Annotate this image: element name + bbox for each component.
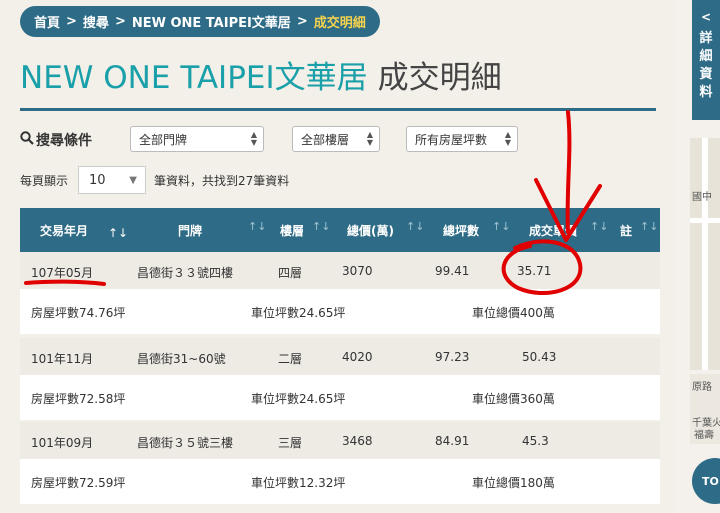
header-total-price[interactable]: 總價(萬) xyxy=(347,222,394,239)
details-tab-char: 資 xyxy=(699,67,713,82)
cell-house-area: 房屋坪數72.58坪 xyxy=(31,392,126,406)
per-page-label: 每頁顯示 xyxy=(20,174,69,188)
cell-parking-price: 車位總價400萬 xyxy=(472,306,555,320)
cell-total-price: 3070 xyxy=(342,264,373,278)
title-divider xyxy=(20,108,656,111)
breadcrumb-separator: > xyxy=(296,14,308,29)
per-page-value: 10 xyxy=(89,172,106,188)
table-row-detail: 房屋坪數72.59坪 車位坪數12.32坪 車位總價180萬 xyxy=(20,459,660,504)
map-label: 國中 xyxy=(692,192,712,203)
page-title-building: NEW ONE TAIPEI文華居 xyxy=(20,60,368,96)
cell-floor: 四層 xyxy=(278,266,303,280)
map-preview[interactable]: 國中 xyxy=(690,138,720,370)
search-conditions-label: 搜尋條件 xyxy=(20,130,92,150)
cell-date: 101年09月 xyxy=(31,436,94,450)
cell-unit-price: 50.43 xyxy=(522,350,557,364)
cell-date: 107年05月 xyxy=(31,266,94,280)
cell-parking-price: 車位總價180萬 xyxy=(472,476,555,490)
area-select-value: 所有房屋坪數 xyxy=(415,132,488,147)
cell-unit-price: 35.71 xyxy=(517,264,552,278)
cell-total-price: 3468 xyxy=(342,434,373,448)
page-title: NEW ONE TAIPEI文華居 成交明細 xyxy=(20,52,502,97)
table-row-detail: 房屋坪數72.58坪 車位坪數24.65坪 車位總價360萬 xyxy=(20,375,660,420)
header-unit-price[interactable]: 成交單價 xyxy=(529,222,577,239)
details-tab-char: 詳 xyxy=(699,31,713,46)
cell-total-price: 4020 xyxy=(342,350,373,364)
cell-parking-area: 車位坪數24.65坪 xyxy=(251,392,346,406)
cell-date: 101年11月 xyxy=(31,352,94,366)
table-row-detail: 房屋坪數74.76坪 車位坪數24.65坪 車位總價400萬 xyxy=(20,289,660,334)
cell-floor: 三層 xyxy=(278,436,303,450)
cell-parking-area: 車位坪數12.32坪 xyxy=(251,476,346,490)
sort-icon[interactable]: ↑↓ xyxy=(406,220,424,233)
page-title-section: 成交明細 xyxy=(377,60,502,96)
breadcrumb: 首頁 > 搜尋 > NEW ONE TAIPEI文華居 > 成交明細 xyxy=(20,6,380,37)
search-icon xyxy=(20,131,36,149)
floor-select[interactable]: 全部樓層 ▲ ▼ xyxy=(292,126,380,152)
breadcrumb-home[interactable]: 首頁 xyxy=(34,12,60,31)
header-note[interactable]: 註 xyxy=(620,222,632,239)
breadcrumb-search[interactable]: 搜尋 xyxy=(83,12,109,31)
sort-icon[interactable]: ↑↓ xyxy=(248,220,266,233)
table-row[interactable]: 101年11月 昌德街31~60號 二層 4020 97.23 50.43 xyxy=(20,338,660,375)
sort-icon[interactable]: ↑↓ xyxy=(590,220,608,233)
cell-parking-price: 車位總價360萬 xyxy=(472,392,555,406)
sort-active-icon[interactable]: ↑↓ xyxy=(108,226,128,240)
sort-icon[interactable]: ↑↓ xyxy=(312,220,330,233)
details-tab-char: 細 xyxy=(699,49,713,64)
door-number-select-value: 全部門牌 xyxy=(139,132,188,147)
breadcrumb-separator: > xyxy=(114,14,126,29)
breadcrumb-current: 成交明細 xyxy=(313,16,366,31)
header-address[interactable]: 門牌 xyxy=(178,222,202,239)
details-tab-char: 料 xyxy=(699,85,713,100)
chevron-left-icon: < xyxy=(700,10,712,24)
cell-total-area: 97.23 xyxy=(435,350,470,364)
map-label: 福壽 xyxy=(694,430,714,441)
table-row[interactable]: 101年09月 昌德街３５號三樓 三層 3468 84.91 45.3 xyxy=(20,422,660,459)
floor-select-value: 全部樓層 xyxy=(301,132,350,147)
header-date[interactable]: 交易年月 xyxy=(40,222,88,239)
cell-house-area: 房屋坪數74.76坪 xyxy=(31,306,126,320)
map-preview-lower[interactable]: 原路 千葉火 福壽 xyxy=(690,374,720,444)
table-header: 交易年月 ↑↓ 門牌 ↑↓ 樓層 ↑↓ 總價(萬) ↑↓ 總坪數 ↑↓ 成交單價… xyxy=(20,208,660,252)
table-row[interactable]: 107年05月 昌德街３３號四樓 四層 3070 99.41 35.71 xyxy=(20,252,660,289)
sort-icon[interactable]: ↑↓ xyxy=(492,220,510,233)
cell-parking-area: 車位坪數24.65坪 xyxy=(251,306,346,320)
cell-house-area: 房屋坪數72.59坪 xyxy=(31,476,126,490)
cell-address: 昌德街３５號三樓 xyxy=(137,436,234,450)
select-arrows-icon: ▲ ▼ xyxy=(504,130,511,147)
chevron-down-icon: ▼ xyxy=(129,175,137,186)
details-tab[interactable]: < 詳 細 資 料 xyxy=(692,0,720,120)
select-arrows-icon: ▲ ▼ xyxy=(250,130,257,147)
door-number-select[interactable]: 全部門牌 ▲ ▼ xyxy=(130,126,264,152)
area-select[interactable]: 所有房屋坪數 ▲ ▼ xyxy=(406,126,518,152)
header-floor[interactable]: 樓層 xyxy=(280,222,304,239)
search-conditions-text: 搜尋條件 xyxy=(36,133,92,149)
cell-total-area: 84.91 xyxy=(435,434,470,448)
breadcrumb-building[interactable]: NEW ONE TAIPEI文華居 xyxy=(132,12,291,31)
cell-total-area: 99.41 xyxy=(435,264,470,278)
sort-icon[interactable]: ↑↓ xyxy=(640,220,658,233)
per-page-select[interactable]: 10 ▼ xyxy=(78,166,146,194)
map-road xyxy=(690,218,720,223)
header-total-area[interactable]: 總坪數 xyxy=(443,222,479,239)
cell-address: 昌德街３３號四樓 xyxy=(137,266,234,280)
map-road xyxy=(702,138,708,370)
main-content: 首頁 > 搜尋 > NEW ONE TAIPEI文華居 > 成交明細 NEW O… xyxy=(0,0,676,513)
map-label: 原路 xyxy=(692,382,712,393)
details-tab-label: 詳 細 資 料 xyxy=(692,30,720,102)
result-count: 筆資料，共找到27筆資料 xyxy=(154,174,290,188)
cell-address: 昌德街31~60號 xyxy=(137,352,226,366)
breadcrumb-separator: > xyxy=(66,14,77,29)
select-arrows-icon: ▲ ▼ xyxy=(366,130,373,147)
cell-unit-price: 45.3 xyxy=(522,434,549,448)
cell-floor: 二層 xyxy=(278,352,303,366)
